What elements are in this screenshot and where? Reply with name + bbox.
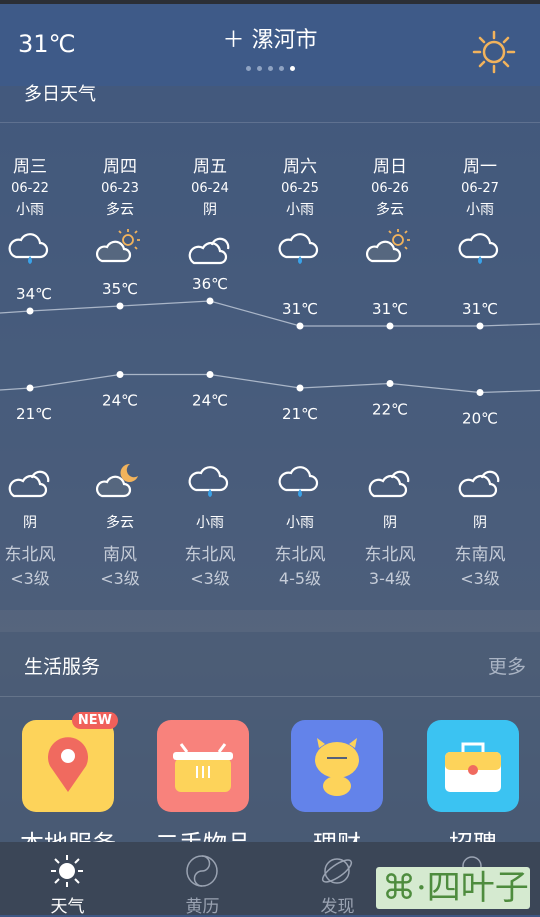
services-card: 生活服务 更多 NEW 本地服务 二手物品 理财 招聘 (0, 632, 540, 858)
low-temp-point (206, 371, 214, 378)
low-temp-label: 24℃ (102, 392, 138, 410)
sun-icon (472, 30, 516, 74)
low-temp-point (476, 389, 484, 396)
high-temp-point (26, 307, 34, 315)
low-temp-label: 21℃ (282, 405, 318, 423)
temp-chart: 34℃ 35℃ 36℃ 31℃ 31℃ 31℃ 21℃ 24℃ 24℃ 21℃ 22℃ 20℃ (0, 275, 540, 428)
low-temp-line (0, 373, 540, 394)
yin-yang-icon (186, 855, 218, 887)
watermark-logo: ⌘·四叶子 (376, 867, 530, 909)
new-badge: NEW (71, 712, 118, 729)
divider (0, 696, 540, 697)
city-selector[interactable]: ＋ 漯河市 (0, 22, 540, 54)
low-temp-point (296, 384, 304, 392)
low-temp-label: 24℃ (192, 392, 228, 410)
high-temp-point (386, 322, 394, 330)
finance-button[interactable] (291, 720, 383, 812)
forecast-card: 多日天气 周三 06-22 小雨 阴 东北风 <3级 周四 06-23 多云 多… (0, 84, 540, 610)
local-service-button[interactable]: NEW (22, 712, 118, 812)
low-temp-point (26, 384, 34, 392)
high-temp-point (116, 302, 124, 310)
high-temp-label: 35℃ (102, 280, 138, 298)
high-temp-label: 36℃ (192, 275, 228, 293)
tab-almanac[interactable]: 黄历 (135, 842, 270, 917)
mascot-icon (315, 738, 359, 796)
planet-icon (321, 858, 353, 884)
high-temp-label: 31℃ (372, 300, 408, 318)
high-temp-label: 31℃ (282, 300, 318, 318)
secondhand-button[interactable] (157, 720, 249, 812)
more-link[interactable]: 更多 (488, 652, 526, 679)
map-pin-icon (48, 737, 88, 792)
jobs-button[interactable] (427, 720, 519, 812)
services-title: 生活服务 (24, 656, 101, 678)
low-temp-point (386, 380, 394, 387)
briefcase-icon (445, 742, 501, 792)
high-temp-point (296, 322, 304, 330)
sun-icon (51, 855, 83, 887)
high-temp-line (0, 300, 540, 327)
page-indicator (0, 66, 540, 71)
high-temp-label: 34℃ (16, 285, 52, 303)
low-temp-label: 20℃ (462, 410, 498, 428)
low-temp-point (116, 371, 124, 378)
high-temp-point (476, 322, 484, 330)
low-temp-label: 22℃ (372, 401, 408, 419)
basket-icon (173, 743, 233, 792)
tab-label: 黄历 (185, 897, 220, 917)
high-temp-label: 31℃ (462, 300, 498, 318)
tab-label: 天气 (50, 897, 85, 917)
tab-weather[interactable]: 天气 (0, 842, 135, 917)
header: 31℃ ＋ 漯河市 (0, 4, 540, 86)
high-temp-point (206, 297, 214, 305)
low-temp-label: 21℃ (16, 405, 52, 423)
